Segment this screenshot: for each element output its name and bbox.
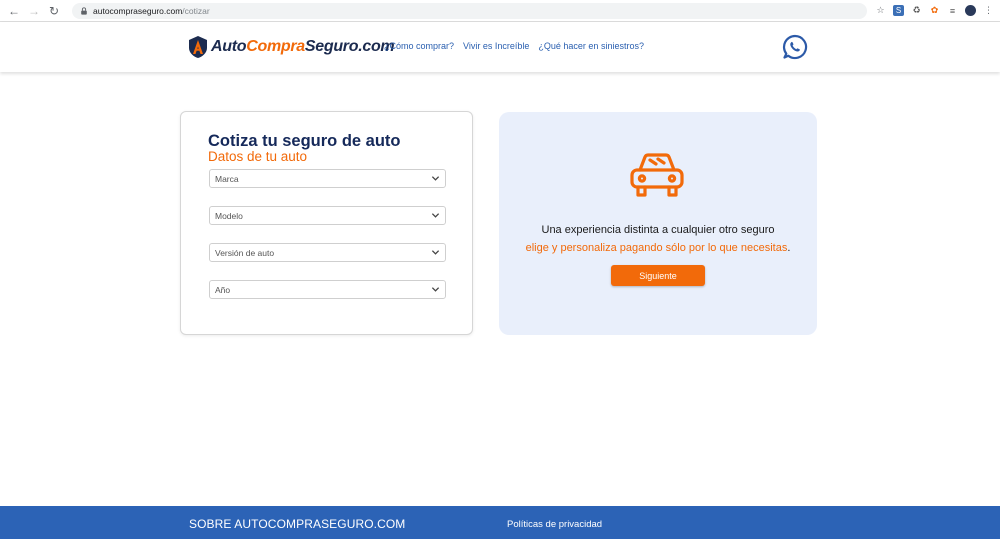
chevron-down-icon: [431, 287, 440, 292]
modelo-select-label: Modelo: [215, 210, 243, 221]
promo-tagline-period: .: [787, 242, 791, 254]
forward-icon[interactable]: →: [26, 3, 42, 19]
bookmark-star-icon[interactable]: ☆: [875, 5, 886, 16]
chevron-down-icon: [431, 176, 440, 181]
marca-select-label: Marca: [215, 173, 239, 184]
footer-about-heading: SOBRE AUTOCOMPRASEGURO.COM: [189, 517, 406, 531]
extension-s-icon[interactable]: S: [893, 5, 904, 16]
promo-tagline: elige y personaliza pagando sólo por lo …: [499, 242, 817, 254]
marca-select[interactable]: Marca: [209, 169, 446, 188]
whatsapp-icon[interactable]: [782, 34, 808, 60]
chevron-down-icon: [431, 250, 440, 255]
url-host: autocompraseguro.com: [93, 5, 183, 16]
logo-text-compra: Compra: [246, 38, 305, 55]
promo-headline: Una experiencia distinta a cualquier otr…: [541, 224, 775, 236]
nav-link-vivir-es-increible[interactable]: Vivir es Increíble: [463, 41, 529, 51]
extension-recycle-icon[interactable]: ♻: [911, 5, 922, 16]
url-path: /cotizar: [182, 5, 210, 16]
back-icon[interactable]: ←: [6, 3, 22, 19]
chevron-down-icon: [431, 213, 440, 218]
browser-toolbar: ← → ↻ autocompraseguro.com/cotizar ☆ S ♻…: [0, 0, 1000, 22]
logo-text-seguro: Seguro.com: [304, 38, 395, 55]
site-footer: SOBRE AUTOCOMPRASEGURO.COM Políticas de …: [0, 506, 1000, 539]
site-header: AutoCompraSeguro.com ¿Cómo comprar? Vivi…: [0, 22, 1000, 72]
lock-icon: [81, 6, 87, 15]
siguiente-button[interactable]: Siguiente: [611, 265, 705, 286]
site-logo[interactable]: AutoCompraSeguro.com: [188, 35, 395, 59]
extension-list-icon[interactable]: ≡: [947, 5, 958, 16]
reload-icon[interactable]: ↻: [46, 3, 62, 19]
modelo-select[interactable]: Modelo: [209, 206, 446, 225]
version-select-label: Versión de auto: [215, 247, 275, 258]
promo-tagline-text: elige y personaliza pagando sólo por lo …: [525, 242, 788, 254]
shield-logo-icon: [189, 36, 207, 58]
quote-form-card: Cotiza tu seguro de auto Datos de tu aut…: [180, 111, 473, 335]
version-select[interactable]: Versión de auto: [209, 243, 446, 262]
logo-text: AutoCompraSeguro.com: [211, 38, 395, 56]
nav-link-siniestros[interactable]: ¿Qué hacer en siniestros?: [538, 41, 644, 51]
main-nav: ¿Cómo comprar? Vivir es Increíble ¿Qué h…: [384, 41, 644, 51]
nav-link-como-comprar[interactable]: ¿Cómo comprar?: [384, 41, 454, 51]
anio-select[interactable]: Año: [209, 280, 446, 299]
browser-menu-icon[interactable]: ⋮: [983, 5, 994, 16]
profile-avatar-icon[interactable]: [965, 5, 976, 16]
privacy-policy-link[interactable]: Políticas de privacidad: [507, 519, 602, 530]
extension-hubspot-icon[interactable]: ✿: [929, 5, 940, 16]
anio-select-label: Año: [215, 284, 231, 295]
promo-card: Una experiencia distinta a cualquier otr…: [499, 112, 817, 335]
car-icon: [630, 153, 684, 197]
logo-text-auto: Auto: [211, 38, 247, 55]
address-bar[interactable]: autocompraseguro.com/cotizar: [72, 2, 867, 19]
form-subtitle: Datos de tu auto: [208, 149, 308, 164]
